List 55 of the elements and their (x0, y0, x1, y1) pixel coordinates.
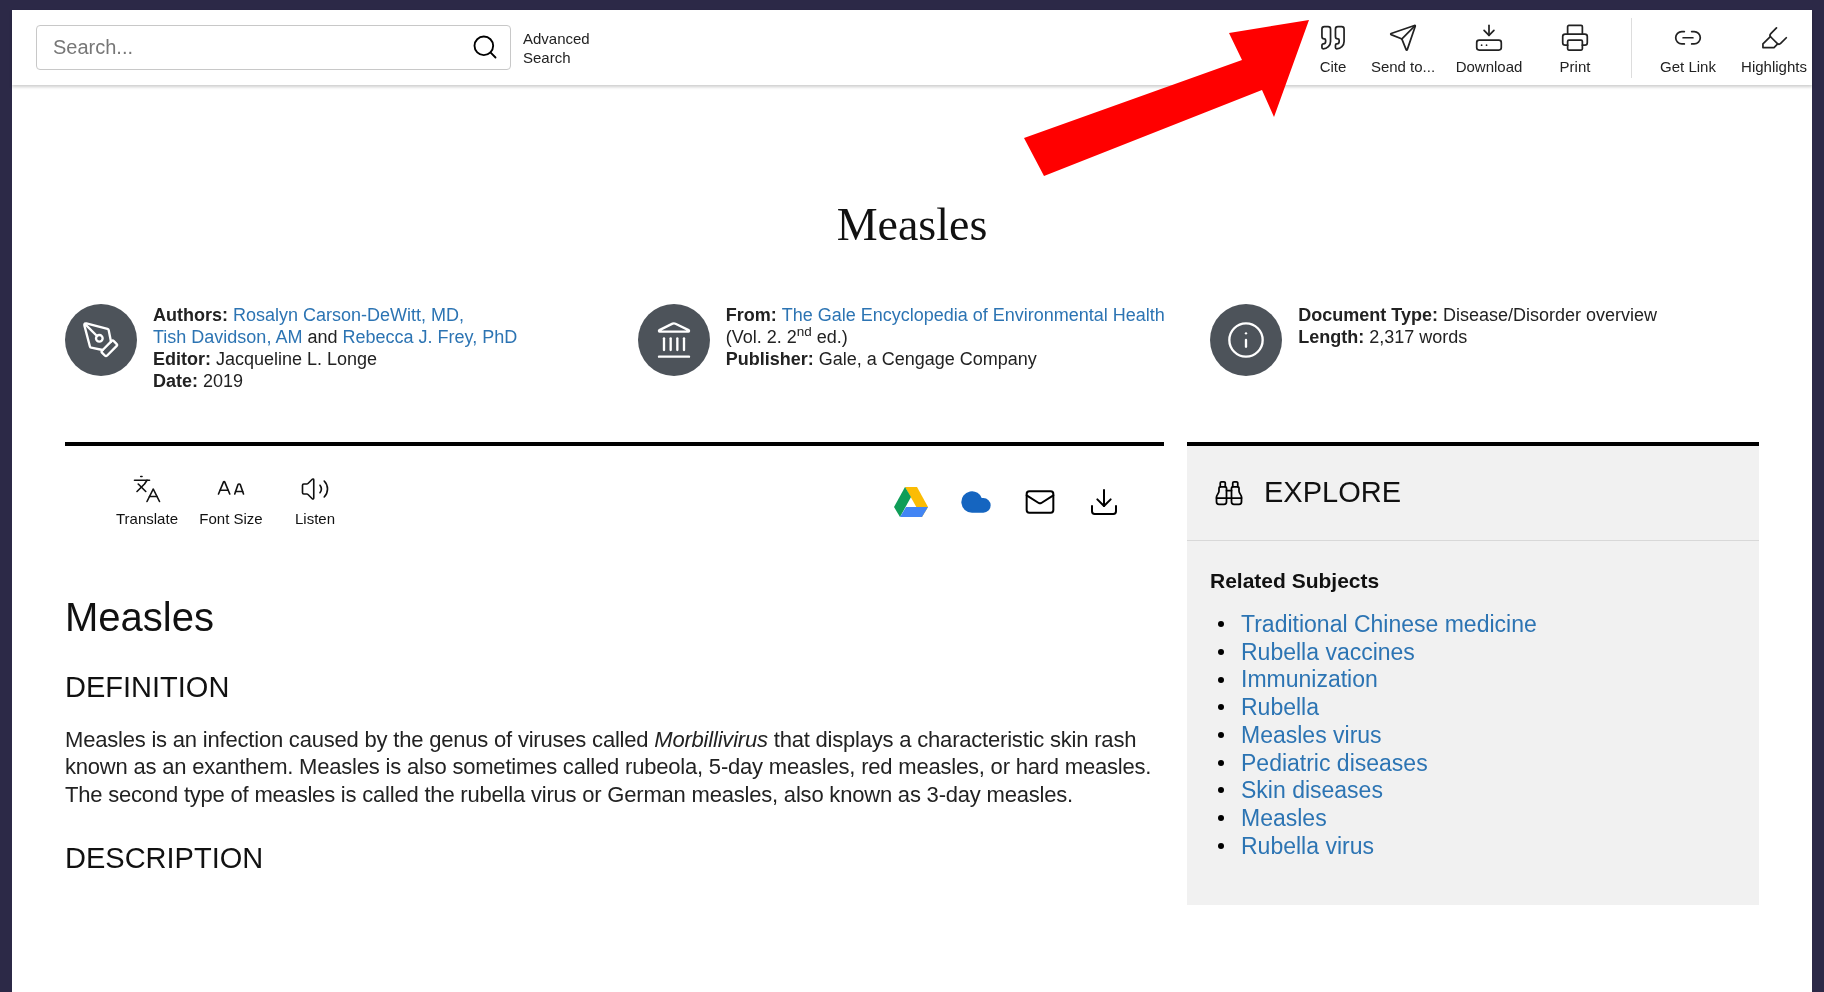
send-button[interactable]: Send to... (1365, 22, 1441, 79)
drive-icon (894, 487, 928, 518)
meta-link[interactable]: Rebecca J. Frey, PhD (342, 326, 518, 348)
printer-icon (1560, 22, 1590, 52)
bullet-icon (1218, 621, 1224, 628)
print-button[interactable]: Print (1537, 22, 1613, 79)
meta-value: 2019 (203, 370, 244, 392)
bullet-icon (1218, 704, 1224, 711)
section-heading: DEFINITION (65, 672, 231, 702)
bullet-icon (1218, 759, 1224, 766)
translate-button[interactable]: Translate (105, 474, 189, 531)
meta-link[interactable]: Tish Davidson, AM (153, 326, 303, 348)
meta-label: Authors: (153, 304, 228, 326)
font-size-button[interactable]: Font Size (189, 474, 273, 531)
meta-value: Gale, a Cengage Company (818, 348, 1037, 370)
meta-value: Jacqueline L. Longe (216, 348, 378, 370)
related-subjects-heading: Related Subjects (1210, 568, 1381, 594)
translate-icon (132, 474, 162, 504)
bullet-icon (1218, 732, 1224, 739)
meta-value: and (307, 326, 338, 348)
download-button[interactable]: Download (1451, 22, 1527, 79)
info-icon (1226, 320, 1267, 360)
meta-label: Date: (153, 370, 198, 392)
binoculars-icon (1214, 478, 1244, 508)
meta-label: From: (725, 304, 777, 326)
search-field[interactable]: Search... (36, 25, 511, 70)
link-button[interactable]: Get Link (1650, 22, 1726, 79)
article-heading: Measles (65, 596, 215, 637)
download-icon (1474, 22, 1504, 52)
document-title: Measles (835, 202, 989, 248)
meta-link[interactable]: The Gale Encyclopedia of Environmental (781, 304, 1108, 326)
advanced-search-link[interactable]: Advanced Search (523, 28, 603, 67)
bullet-icon (1218, 787, 1224, 794)
search-icon (471, 33, 499, 61)
meta-label: Document Type: (1298, 304, 1438, 326)
meta-link[interactable]: Health (1112, 304, 1165, 326)
paragraph: Measles is an infection caused by the genus of viruses called Morbillivirus that displays a characteristic skin rash known as an exanthem. Measles is also sometimes called rubeola, 5-day measles, red measles, or hard measles. The second type of measles is called the rubella virus or German measles, also known as 3-day measles. (65, 725, 1153, 808)
bullet-icon (1218, 676, 1224, 683)
meta-value: (Vol. 2. 2$^{nd}$ ed.) (725, 326, 848, 348)
cite-button[interactable]: Cite (1311, 22, 1355, 79)
highlights-button[interactable]: Highlights (1736, 22, 1812, 79)
meta-label: Publisher: (725, 348, 814, 370)
meta-value: 2,317 words (1369, 326, 1468, 348)
listen-button[interactable]: Listen (273, 474, 357, 531)
bullet-icon (1218, 842, 1224, 849)
meta-value: Disease/Disorder overview (1443, 304, 1658, 326)
meta-label: Editor: (153, 348, 211, 370)
paper-plane-icon (1388, 22, 1418, 52)
pen-icon (81, 320, 121, 360)
bullet-icon (1218, 815, 1224, 822)
meta-label: Length: (1298, 326, 1365, 348)
meta-link[interactable]: Rosalyn Carson-DeWitt, MD, (233, 304, 465, 326)
section-heading: DESCRIPTION (65, 844, 265, 873)
explore-title: EXPLORE (1264, 475, 1401, 511)
bullet-icon (1218, 649, 1224, 656)
